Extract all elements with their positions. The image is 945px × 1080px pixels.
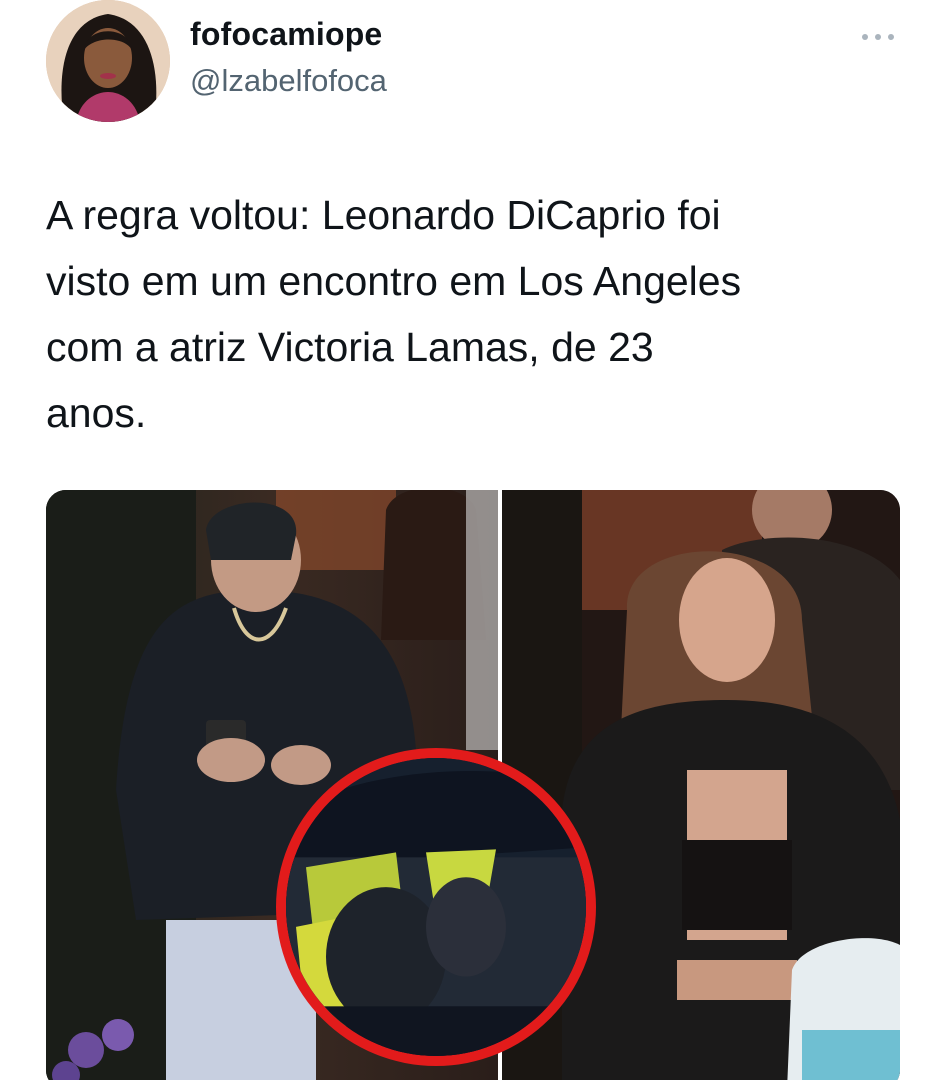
highlighted-car-inset[interactable]	[276, 748, 596, 1066]
avatar[interactable]	[46, 0, 170, 122]
tweet-card: fofocamiope @lzabelfofoca A regra voltou…	[0, 0, 945, 1080]
avatar-image	[46, 0, 170, 122]
user-handle[interactable]: @lzabelfofoca	[190, 63, 387, 99]
tweet-media[interactable]	[46, 490, 900, 1080]
more-options-icon[interactable]	[858, 22, 898, 52]
tweet-text: A regra voltou: Leonardo DiCaprio foi vi…	[46, 192, 742, 436]
display-name[interactable]: fofocamiope	[190, 16, 382, 53]
